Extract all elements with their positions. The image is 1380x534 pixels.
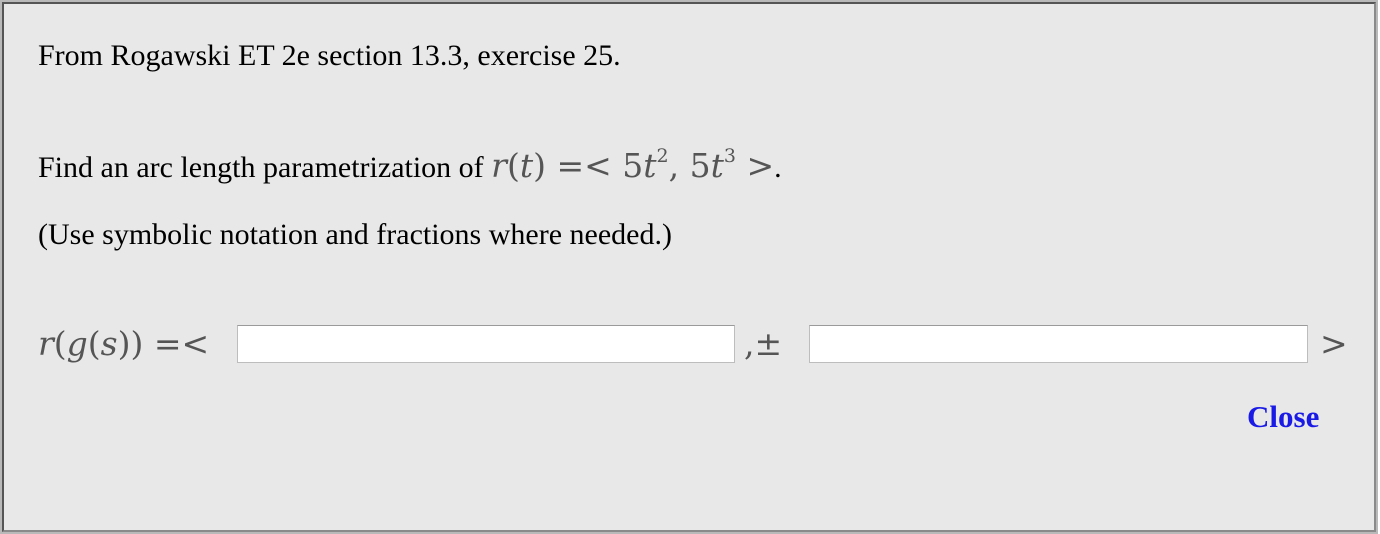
- component-2-coef: 5: [689, 146, 711, 185]
- problem-prompt: Find an arc length parametrization of r(…: [38, 144, 782, 190]
- answer-row: r(g(s)) =< ,± >: [38, 320, 1358, 368]
- closing-bracket: >: [1320, 324, 1348, 363]
- label-open-paren: (: [53, 324, 67, 363]
- math-t: t: [519, 146, 534, 185]
- label-g: g: [66, 324, 88, 363]
- answer-label: r(g(s)) =<: [38, 322, 209, 366]
- problem-dialog: From Rogawski ET 2e section 13.3, exerci…: [0, 0, 1378, 534]
- math-close-bracket: >: [746, 146, 775, 185]
- component-1-exp: 2: [656, 145, 669, 167]
- component-1-var: t: [643, 146, 657, 185]
- vector-function-expression: r(t) =< 5t2, 5t3 >: [491, 146, 774, 185]
- instruction-note: (Use symbolic notation and fractions whe…: [38, 218, 672, 251]
- component-2-var: t: [710, 146, 724, 185]
- prompt-text: Find an arc length parametrization of: [38, 151, 484, 184]
- math-r: r: [491, 146, 507, 185]
- math-equals-bracket: =<: [556, 146, 612, 185]
- math-close-paren: ): [533, 146, 546, 185]
- label-close-parens: )): [117, 324, 144, 363]
- label-equals-bracket: =<: [153, 324, 210, 363]
- label-r: r: [38, 324, 54, 363]
- comma-plus-minus: ,±: [744, 324, 783, 363]
- component-2-exp: 3: [723, 145, 736, 167]
- first-component-input[interactable]: [237, 325, 735, 363]
- close-link[interactable]: Close: [1247, 398, 1319, 436]
- math-open-paren: (: [506, 146, 520, 185]
- prompt-period: .: [774, 151, 782, 184]
- component-1-coef: 5: [622, 146, 644, 185]
- problem-source: From Rogawski ET 2e section 13.3, exerci…: [38, 39, 621, 72]
- label-s: s: [100, 324, 118, 363]
- math-comma: ,: [668, 146, 680, 185]
- second-component-input[interactable]: [809, 325, 1308, 363]
- label-open-paren-2: (: [87, 324, 101, 363]
